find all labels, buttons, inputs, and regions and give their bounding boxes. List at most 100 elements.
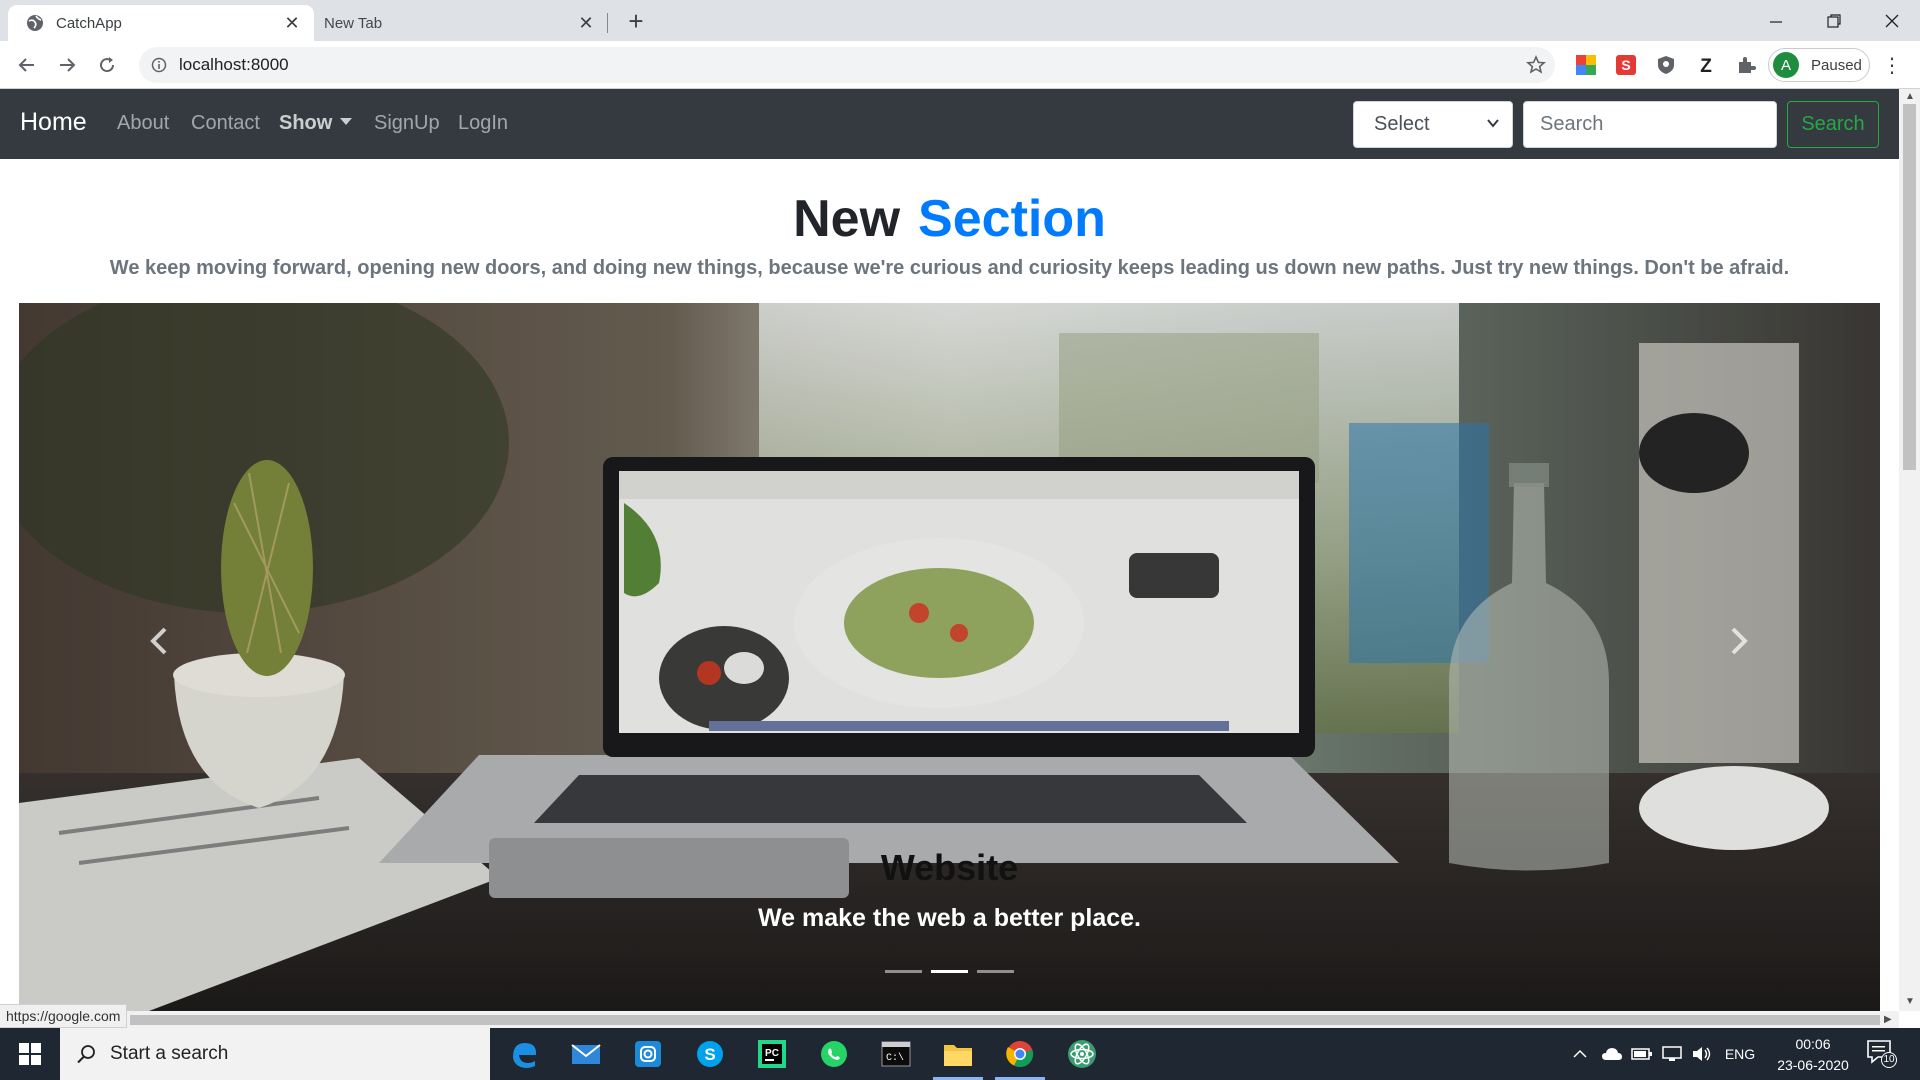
nav-link-contact[interactable]: Contact [191,112,260,135]
profile-button[interactable]: A Paused [1768,48,1870,82]
nav-link-signup[interactable]: SignUp [374,112,440,135]
scroll-down-arrow-icon[interactable]: ▼ [1905,996,1915,1007]
nav-brand-home[interactable]: Home [20,108,87,137]
battery-tray-icon[interactable] [1628,1028,1656,1080]
section-title-accent: Section [918,190,1106,248]
restore-window-button[interactable] [1806,0,1862,41]
taskbar-chrome[interactable] [991,1028,1049,1080]
horizontal-scrollbar-thumb[interactable] [130,1015,1880,1025]
svg-text:S: S [704,1045,715,1064]
taskbar-mail[interactable] [557,1028,615,1080]
hero-carousel: Website We make the web a better place. [19,303,1880,1011]
close-tab-icon[interactable]: ✕ [572,13,600,34]
tab-new-tab[interactable]: New Tab ✕ [308,5,608,41]
language-indicator[interactable]: ENG [1720,1028,1760,1080]
forward-button[interactable] [54,52,80,78]
carousel-indicator-active[interactable] [931,970,968,973]
colorpicker-extension-icon[interactable] [1575,54,1597,76]
bookmark-star-icon[interactable] [1525,54,1547,76]
onedrive-tray-icon[interactable] [1598,1028,1626,1080]
reload-icon [100,57,115,73]
pycharm-icon: PC [758,1040,786,1068]
tab-title: CatchApp [56,14,122,32]
chevron-right-icon [1731,627,1748,655]
action-center-button[interactable]: 10 [1866,1038,1902,1070]
reload-button[interactable] [94,52,120,78]
nav-link-about[interactable]: About [117,112,169,135]
browser-tab-strip: CatchApp ✕ New Tab ✕ + [0,0,1920,41]
globe-icon [27,15,43,31]
clock-time: 00:06 [1795,1036,1831,1052]
carousel-caption-title: Website [880,847,1019,888]
mail-icon [571,1044,601,1064]
terminal-icon: C:\ [881,1041,911,1067]
taskbar-search-box[interactable]: Start a search [60,1028,490,1080]
section-title: New Section [0,189,1899,249]
search-input[interactable] [1523,101,1777,148]
taskbar-instagram[interactable] [619,1028,677,1080]
skype-icon: S [697,1041,723,1067]
atom-icon [1068,1040,1096,1068]
scroll-right-arrow-icon[interactable]: ▶ [1884,1014,1892,1025]
carousel-caption-text: We make the web a better place. [757,904,1142,932]
nav-link-login[interactable]: LogIn [458,112,508,135]
vertical-scrollbar-thumb[interactable] [1903,104,1916,470]
site-navbar: Home About Contact Show SignUp LogIn Sel… [0,89,1899,159]
section-title-main: New [793,190,901,248]
battery-icon [1631,1048,1652,1060]
network-tray-icon[interactable] [1658,1028,1686,1080]
taskbar-skype[interactable]: S [681,1028,739,1080]
category-select[interactable]: Select [1353,101,1513,148]
new-tab-button[interactable]: + [622,8,650,36]
carousel-next-button[interactable] [1719,621,1759,661]
whatsapp-icon [821,1041,847,1067]
s-extension-icon[interactable]: S [1615,54,1637,76]
taskbar-pycharm[interactable]: PC [743,1028,801,1080]
taskbar-file-explorer[interactable] [929,1028,987,1080]
back-button[interactable] [14,52,40,78]
carousel-indicator[interactable] [885,970,922,973]
shield-extension-icon[interactable] [1655,54,1677,76]
restore-icon [1827,13,1841,28]
network-monitor-icon [1662,1046,1682,1061]
windows-taskbar: Start a search S PC C:\ ENG 00:06 23-06-… [0,1028,1920,1080]
taskbar-search-placeholder: Start a search [110,1043,229,1064]
address-bar[interactable]: localhost:8000 [139,47,1555,83]
scroll-up-arrow-icon[interactable]: ▲ [1905,91,1915,102]
carousel-prev-button[interactable] [139,621,179,661]
search-button[interactable]: Search [1787,101,1879,148]
close-window-button[interactable] [1864,0,1920,41]
section-lead-text: We keep moving forward, opening new door… [109,257,1790,279]
caret-down-icon [340,118,353,125]
close-tab-icon[interactable]: ✕ [278,13,306,34]
instagram-icon [635,1041,661,1067]
start-button[interactable] [0,1028,60,1080]
speaker-icon [1693,1047,1711,1061]
nav-dropdown-label: Show [279,112,333,134]
z-extension-icon[interactable]: Z [1695,54,1717,76]
volume-tray-icon[interactable] [1688,1028,1716,1080]
minimize-window-button[interactable] [1748,0,1804,41]
taskbar-edge[interactable] [495,1028,553,1080]
windows-logo-icon [19,1043,41,1065]
page-viewport: Home About Contact Show SignUp LogIn Sel… [0,89,1899,1011]
taskbar-clock[interactable]: 00:06 23-06-2020 [1768,1034,1858,1076]
puzzle-extensions-icon[interactable] [1735,54,1757,76]
taskbar-whatsapp[interactable] [805,1028,863,1080]
search-icon [77,1045,95,1064]
carousel-indicator[interactable] [977,970,1014,973]
chrome-icon [1006,1041,1034,1068]
more-options-icon[interactable]: ⋮ [1882,53,1902,77]
chevron-down-icon [1487,119,1499,128]
link-status-bubble: https://google.com [0,1004,128,1028]
info-icon[interactable] [151,57,167,73]
svg-text:PC: PC [765,1048,779,1059]
taskbar-atom[interactable] [1053,1028,1111,1080]
taskbar-terminal[interactable]: C:\ [867,1028,925,1080]
tab-catchapp[interactable]: CatchApp ✕ [8,5,314,41]
show-hidden-icons-chevron[interactable] [1568,1028,1592,1080]
carousel-indicators [885,970,1015,974]
clock-date: 23-06-2020 [1777,1057,1849,1073]
nav-dropdown-show[interactable]: Show [279,112,353,135]
select-value: Select [1374,113,1430,135]
